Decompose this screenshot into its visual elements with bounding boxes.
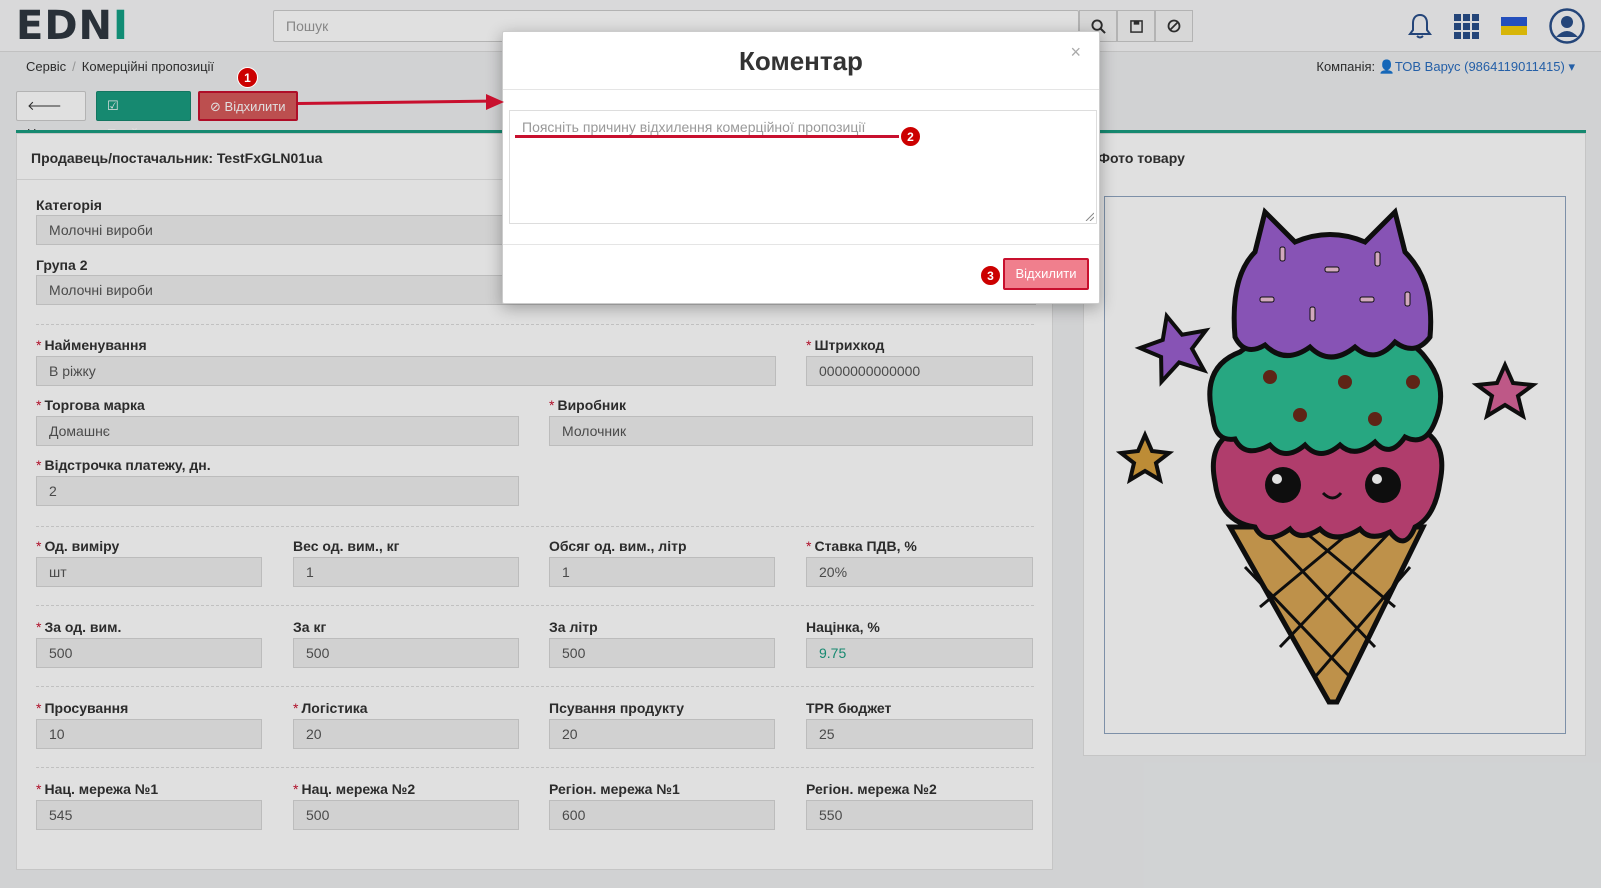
modal-title: Коментар bbox=[739, 46, 863, 76]
divider bbox=[503, 89, 1099, 90]
divider bbox=[503, 244, 1099, 245]
resize-handle-icon[interactable] bbox=[1084, 211, 1094, 221]
comment-textarea[interactable]: Поясніть причину відхилення комерційної … bbox=[509, 110, 1097, 224]
annotation-badge-3: 3 bbox=[980, 265, 1001, 286]
close-icon[interactable]: × bbox=[1070, 42, 1081, 63]
comment-placeholder: Поясніть причину відхилення комерційної … bbox=[522, 119, 866, 135]
annotation-arrow-head-icon bbox=[486, 94, 504, 110]
annotation-underline bbox=[515, 135, 899, 138]
modal-reject-button[interactable]: Відхилити bbox=[1003, 258, 1089, 290]
annotation-badge-2: 2 bbox=[900, 126, 921, 147]
annotation-badge-1: 1 bbox=[237, 67, 258, 88]
comment-modal: Коментар × Поясніть причину відхилення к… bbox=[502, 31, 1100, 304]
